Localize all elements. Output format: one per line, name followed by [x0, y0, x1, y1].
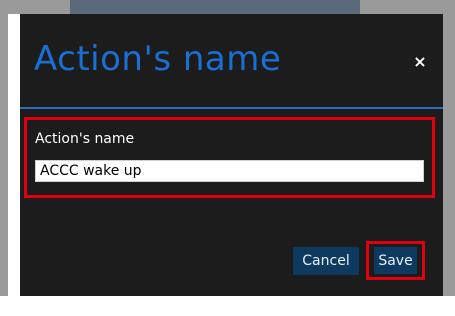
save-button-highlight: Save [366, 241, 425, 280]
close-icon[interactable]: × [412, 54, 428, 70]
action-name-input[interactable] [35, 160, 424, 182]
backdrop-right [443, 0, 455, 296]
action-name-label: Action's name [35, 131, 135, 147]
backdrop-bottom [0, 296, 455, 316]
backdrop-top-right [360, 0, 443, 14]
backdrop-top-center [70, 0, 360, 14]
header-divider [20, 107, 443, 109]
action-name-field-group: Action's name [24, 117, 435, 198]
cancel-button[interactable]: Cancel [293, 247, 359, 275]
save-button[interactable]: Save [374, 247, 417, 274]
backdrop-left [0, 0, 8, 296]
action-name-dialog: Action's name × Action's name Cancel Sav… [20, 14, 443, 296]
backdrop-top-left [8, 0, 70, 14]
dialog-title: Action's name [34, 39, 282, 79]
